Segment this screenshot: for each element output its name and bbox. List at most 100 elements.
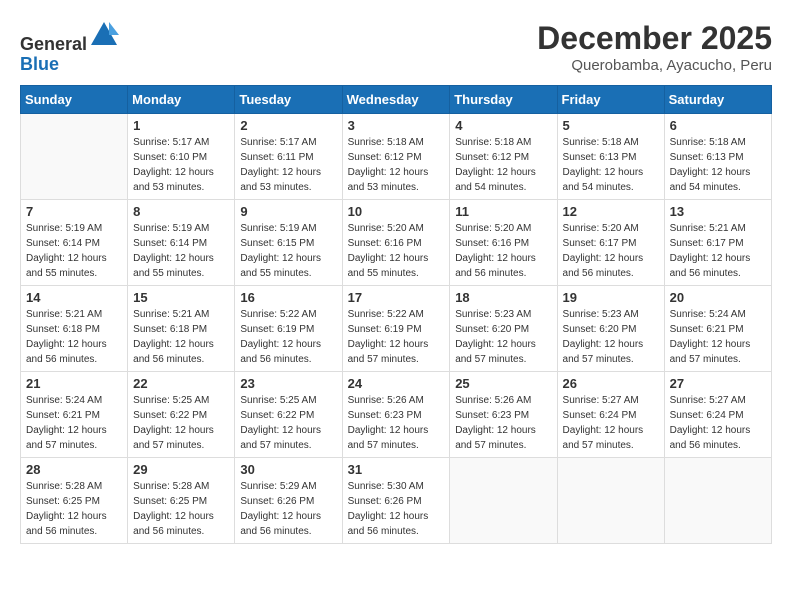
calendar-cell: 26Sunrise: 5:27 AM Sunset: 6:24 PM Dayli… [557,372,664,458]
calendar-cell: 8 Sunrise: 5:19 AM Sunset: 6:14 PM Daylig… [128,200,235,286]
calendar-cell: 10 Sunrise: 5:20 AM Sunset: 6:16 PM Dayli… [342,200,450,286]
day-info: Sunrise: 5:18 AM Sunset: 6:12 PM Dayligh… [348,135,445,195]
column-header-friday: Friday [557,86,664,114]
day-info: Sunrise: 5:28 AM Sunset: 6:25 PM Dayligh… [133,479,229,539]
calendar-cell: 11Sunrise: 5:20 AM Sunset: 6:16 PM Dayli… [450,200,557,286]
day-number: 14 [26,290,122,305]
day-number: 1 [133,118,229,133]
calendar-cell: 1 Sunrise: 5:17 AM Sunset: 6:10 PM Daylig… [128,114,235,200]
week-row-1: 1 Sunrise: 5:17 AM Sunset: 6:10 PM Daylig… [21,114,772,200]
day-info: Sunrise: 5:24 AM Sunset: 6:21 PM Dayligh… [670,307,766,367]
calendar-cell: 25 Sunrise: 5:26 AM Sunset: 6:23 PM Dayli… [450,372,557,458]
logo: General Blue [20,20,119,75]
day-info: Sunrise: 5:21 AM Sunset: 6:18 PM Dayligh… [26,307,122,367]
day-number: 21 [26,376,122,391]
logo-general: General [20,34,87,54]
calendar-cell [557,458,664,544]
calendar-cell [21,114,128,200]
day-number: 16 [240,290,336,305]
day-number: 11 [455,204,551,219]
calendar-header-row: SundayMondayTuesdayWednesdayThursdayFrid… [21,86,772,114]
month-title: December 2025 [537,20,772,57]
calendar-cell: 24 Sunrise: 5:26 AM Sunset: 6:23 PM Dayli… [342,372,450,458]
day-number: 15 [133,290,229,305]
column-header-sunday: Sunday [21,86,128,114]
day-number: 18 [455,290,551,305]
day-number: 2 [240,118,336,133]
day-number: 7 [26,204,122,219]
logo-blue: Blue [20,54,59,74]
day-number: 6 [670,118,766,133]
day-info: Sunrise: 5:19 AM Sunset: 6:15 PM Dayligh… [240,221,336,281]
calendar-cell: 23Sunrise: 5:25 AM Sunset: 6:22 PM Dayli… [235,372,342,458]
day-info: Sunrise: 5:20 AM Sunset: 6:17 PM Dayligh… [563,221,659,281]
location-title: Querobamba, Ayacucho, Peru [537,57,772,74]
day-info: Sunrise: 5:28 AM Sunset: 6:25 PM Dayligh… [26,479,122,539]
calendar-cell: 3 Sunrise: 5:18 AM Sunset: 6:12 PM Daylig… [342,114,450,200]
calendar-cell: 13 Sunrise: 5:21 AM Sunset: 6:17 PM Dayli… [664,200,771,286]
calendar-cell: 12 Sunrise: 5:20 AM Sunset: 6:17 PM Dayli… [557,200,664,286]
day-number: 9 [240,204,336,219]
calendar-cell: 4Sunrise: 5:18 AM Sunset: 6:12 PM Daylig… [450,114,557,200]
day-info: Sunrise: 5:30 AM Sunset: 6:26 PM Dayligh… [348,479,445,539]
day-info: Sunrise: 5:22 AM Sunset: 6:19 PM Dayligh… [348,307,445,367]
day-number: 3 [348,118,445,133]
calendar-cell: 20 Sunrise: 5:24 AM Sunset: 6:21 PM Dayli… [664,286,771,372]
day-number: 31 [348,462,445,477]
day-info: Sunrise: 5:19 AM Sunset: 6:14 PM Dayligh… [133,221,229,281]
day-number: 29 [133,462,229,477]
calendar-cell [664,458,771,544]
day-number: 25 [455,376,551,391]
calendar-cell: 6 Sunrise: 5:18 AM Sunset: 6:13 PM Daylig… [664,114,771,200]
calendar-cell: 18 Sunrise: 5:23 AM Sunset: 6:20 PM Dayli… [450,286,557,372]
logo-icon [89,20,119,50]
day-number: 5 [563,118,659,133]
day-number: 24 [348,376,445,391]
calendar-cell: 7 Sunrise: 5:19 AM Sunset: 6:14 PM Daylig… [21,200,128,286]
day-number: 13 [670,204,766,219]
calendar-cell: 16 Sunrise: 5:22 AM Sunset: 6:19 PM Dayli… [235,286,342,372]
day-info: Sunrise: 5:21 AM Sunset: 6:17 PM Dayligh… [670,221,766,281]
calendar-cell: 29 Sunrise: 5:28 AM Sunset: 6:25 PM Dayli… [128,458,235,544]
day-info: Sunrise: 5:19 AM Sunset: 6:14 PM Dayligh… [26,221,122,281]
calendar-cell: 19Sunrise: 5:23 AM Sunset: 6:20 PM Dayli… [557,286,664,372]
day-number: 30 [240,462,336,477]
calendar-cell: 15 Sunrise: 5:21 AM Sunset: 6:18 PM Dayli… [128,286,235,372]
day-info: Sunrise: 5:18 AM Sunset: 6:13 PM Dayligh… [563,135,659,195]
week-row-2: 7 Sunrise: 5:19 AM Sunset: 6:14 PM Daylig… [21,200,772,286]
day-info: Sunrise: 5:17 AM Sunset: 6:10 PM Dayligh… [133,135,229,195]
day-number: 27 [670,376,766,391]
calendar-cell: 5 Sunrise: 5:18 AM Sunset: 6:13 PM Daylig… [557,114,664,200]
day-number: 20 [670,290,766,305]
day-info: Sunrise: 5:21 AM Sunset: 6:18 PM Dayligh… [133,307,229,367]
day-info: Sunrise: 5:17 AM Sunset: 6:11 PM Dayligh… [240,135,336,195]
day-info: Sunrise: 5:22 AM Sunset: 6:19 PM Dayligh… [240,307,336,367]
day-number: 12 [563,204,659,219]
calendar-cell [450,458,557,544]
day-number: 4 [455,118,551,133]
calendar-cell: 22Sunrise: 5:25 AM Sunset: 6:22 PM Dayli… [128,372,235,458]
week-row-5: 28 Sunrise: 5:28 AM Sunset: 6:25 PM Dayli… [21,458,772,544]
day-info: Sunrise: 5:23 AM Sunset: 6:20 PM Dayligh… [455,307,551,367]
day-number: 10 [348,204,445,219]
calendar-cell: 21Sunrise: 5:24 AM Sunset: 6:21 PM Dayli… [21,372,128,458]
column-header-wednesday: Wednesday [342,86,450,114]
day-info: Sunrise: 5:27 AM Sunset: 6:24 PM Dayligh… [670,393,766,453]
page-header: General Blue December 2025 Querobamba, A… [20,20,772,75]
day-number: 28 [26,462,122,477]
column-header-monday: Monday [128,86,235,114]
calendar-cell: 9 Sunrise: 5:19 AM Sunset: 6:15 PM Daylig… [235,200,342,286]
title-area: December 2025 Querobamba, Ayacucho, Peru [537,20,772,74]
calendar-cell: 17Sunrise: 5:22 AM Sunset: 6:19 PM Dayli… [342,286,450,372]
day-info: Sunrise: 5:20 AM Sunset: 6:16 PM Dayligh… [348,221,445,281]
calendar-cell: 28 Sunrise: 5:28 AM Sunset: 6:25 PM Dayli… [21,458,128,544]
week-row-3: 14 Sunrise: 5:21 AM Sunset: 6:18 PM Dayli… [21,286,772,372]
column-header-thursday: Thursday [450,86,557,114]
day-info: Sunrise: 5:26 AM Sunset: 6:23 PM Dayligh… [455,393,551,453]
day-info: Sunrise: 5:26 AM Sunset: 6:23 PM Dayligh… [348,393,445,453]
day-number: 8 [133,204,229,219]
day-info: Sunrise: 5:25 AM Sunset: 6:22 PM Dayligh… [133,393,229,453]
day-info: Sunrise: 5:18 AM Sunset: 6:13 PM Dayligh… [670,135,766,195]
week-row-4: 21Sunrise: 5:24 AM Sunset: 6:21 PM Dayli… [21,372,772,458]
calendar-cell: 30Sunrise: 5:29 AM Sunset: 6:26 PM Dayli… [235,458,342,544]
